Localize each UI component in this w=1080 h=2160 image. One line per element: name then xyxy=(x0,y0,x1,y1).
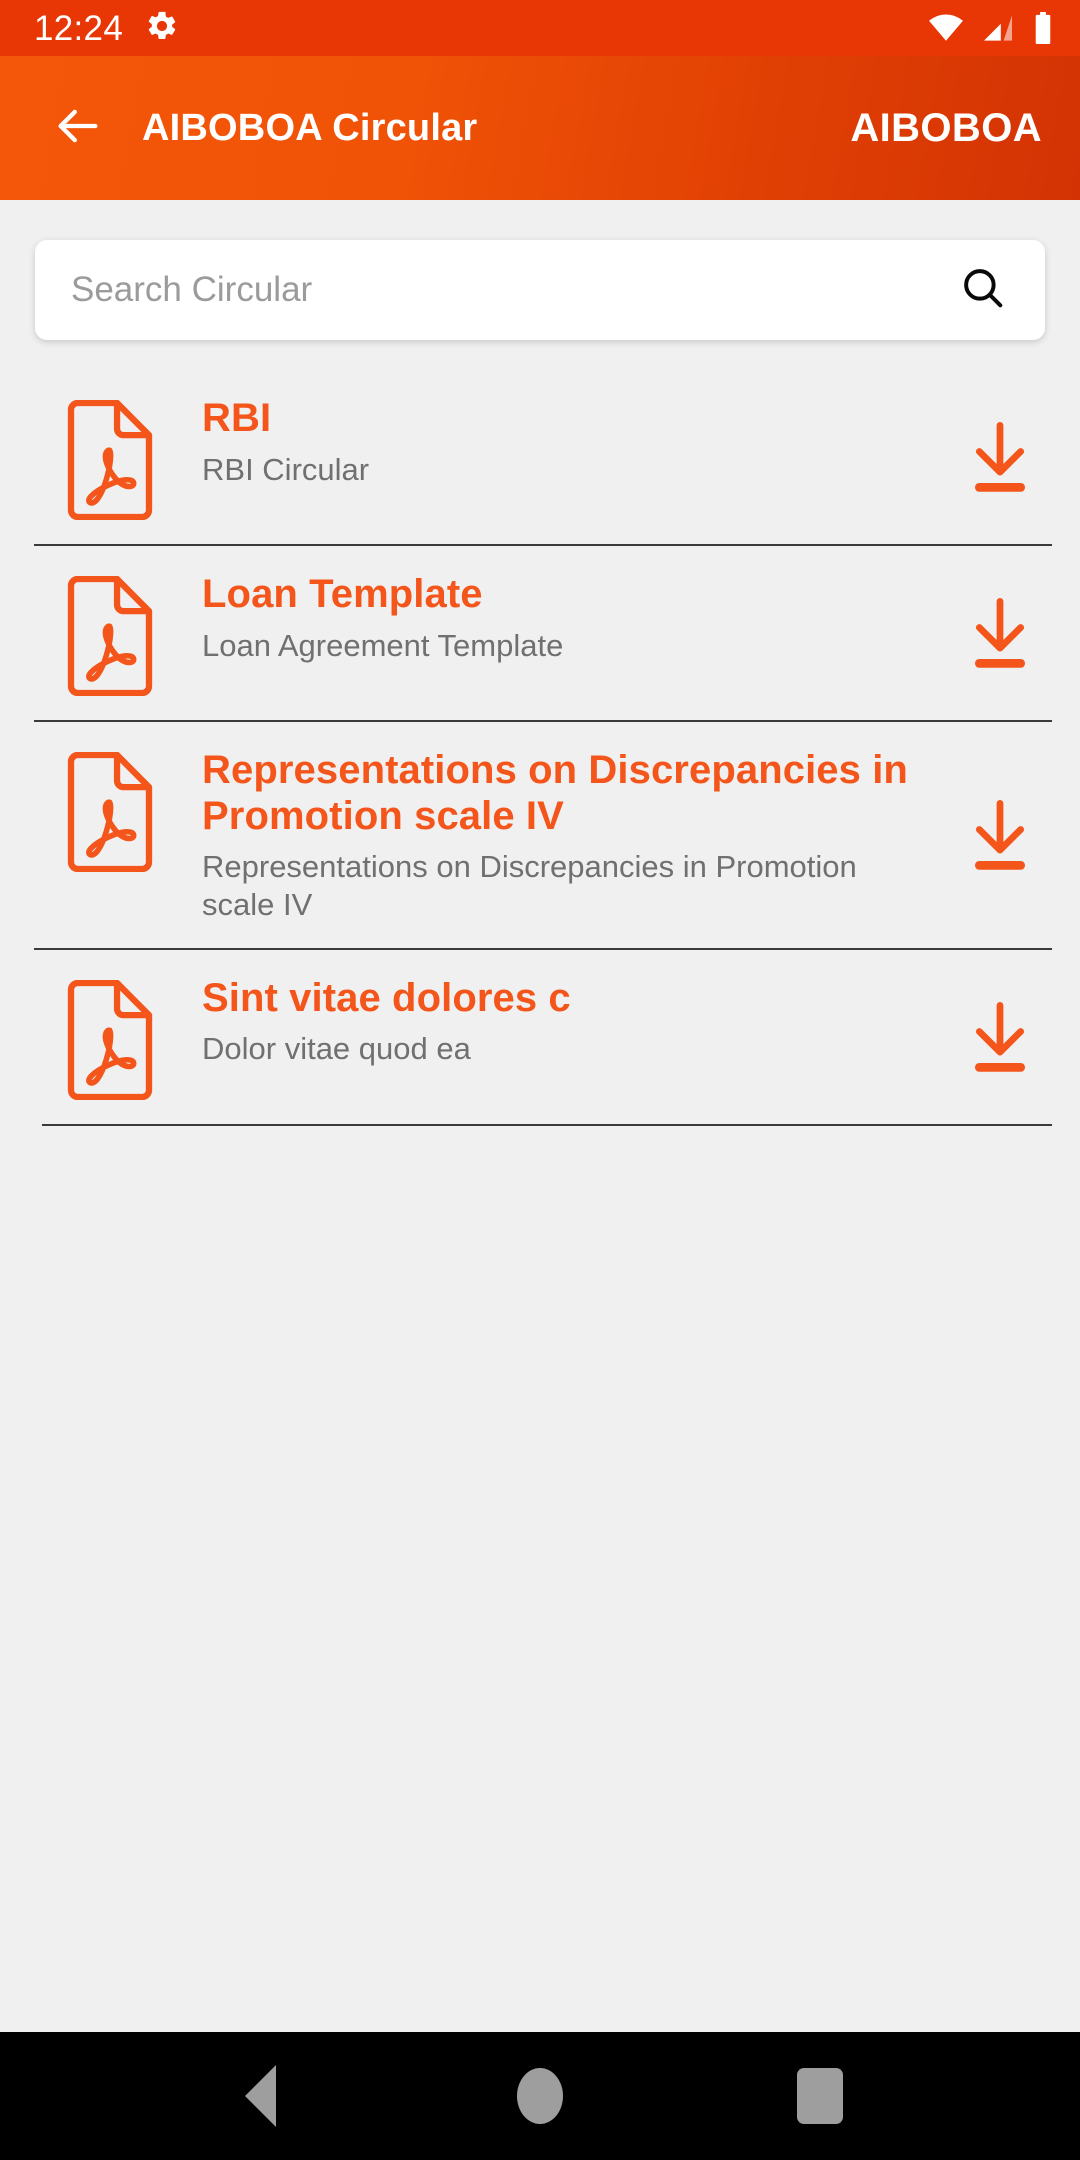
gear-icon xyxy=(145,9,179,48)
download-icon xyxy=(967,421,1033,495)
list-divider xyxy=(42,1123,1052,1126)
document-title: RBI xyxy=(202,396,272,440)
download-button[interactable] xyxy=(954,799,1046,873)
content-area: RBI RBI Circular xyxy=(0,200,1080,2032)
document-text: Loan Template Loan Agreement Template xyxy=(158,572,954,664)
battery-icon xyxy=(1032,12,1054,44)
search-input[interactable] xyxy=(71,240,955,340)
search-section xyxy=(0,200,1080,340)
app-brand-label: AIBOBOA xyxy=(850,105,1042,150)
nav-recents-button[interactable] xyxy=(760,2036,880,2156)
document-title: Loan Template xyxy=(202,572,483,616)
app-bar: AIBOBOA Circular AIBOBOA xyxy=(0,56,1080,200)
download-icon xyxy=(967,597,1033,671)
square-recents-icon xyxy=(797,2068,843,2124)
document-list-item[interactable]: Loan Template Loan Agreement Template xyxy=(0,546,1080,722)
download-icon xyxy=(967,799,1033,873)
download-button[interactable] xyxy=(954,421,1046,495)
download-icon xyxy=(967,1001,1033,1075)
search-icon xyxy=(958,263,1008,318)
pdf-file-icon xyxy=(62,400,158,520)
status-clock: 12:24 xyxy=(34,8,124,48)
back-button[interactable] xyxy=(40,90,116,166)
document-list-item[interactable]: Sint vitae dolores c Dolor vitae quod ea xyxy=(0,950,1080,1126)
document-list-item[interactable]: RBI RBI Circular xyxy=(0,370,1080,546)
pdf-file-icon xyxy=(62,752,158,872)
download-button[interactable] xyxy=(954,1001,1046,1075)
arrow-left-icon xyxy=(52,100,104,157)
circle-home-icon xyxy=(517,2068,563,2124)
row-spacer xyxy=(0,696,1080,720)
document-text: RBI RBI Circular xyxy=(158,396,954,488)
download-button[interactable] xyxy=(954,597,1046,671)
status-bar-left: 12:24 xyxy=(34,9,179,48)
document-text: Sint vitae dolores c Dolor vitae quod ea xyxy=(158,976,954,1068)
document-subtitle: Representations on Discrepancies in Prom… xyxy=(202,849,857,922)
document-subtitle: Dolor vitae quod ea xyxy=(202,1031,471,1067)
row-spacer xyxy=(0,520,1080,544)
android-navigation-bar xyxy=(0,2032,1080,2160)
status-bar-right xyxy=(928,12,1054,44)
wifi-icon xyxy=(928,14,964,42)
document-subtitle: Loan Agreement Template xyxy=(202,627,564,663)
cellular-signal-icon xyxy=(981,14,1015,42)
row-spacer xyxy=(0,924,1080,948)
pdf-file-icon xyxy=(62,979,158,1100)
triangle-back-icon xyxy=(244,2065,276,2127)
search-button[interactable] xyxy=(955,262,1011,318)
search-bar[interactable] xyxy=(35,240,1045,340)
page-title: AIBOBOA Circular xyxy=(142,106,478,149)
document-row[interactable]: Sint vitae dolores c Dolor vitae quod ea xyxy=(0,950,1080,1100)
document-title: Representations on Discrepancies in Prom… xyxy=(202,748,908,838)
document-row[interactable]: RBI RBI Circular xyxy=(0,370,1080,520)
document-list: RBI RBI Circular Loan Template Loan Agre… xyxy=(0,370,1080,1126)
phone-screen: 12:24 AIBOBOA Circular AIBOBOA Search Ci… xyxy=(0,0,1080,2160)
document-title: Sint vitae dolores c xyxy=(202,975,571,1020)
nav-back-button[interactable] xyxy=(200,2036,320,2156)
document-subtitle: RBI Circular xyxy=(202,451,370,487)
document-row[interactable]: Representations on Discrepancies in Prom… xyxy=(0,722,1080,924)
pdf-file-icon xyxy=(62,576,158,696)
document-list-item[interactable]: Representations on Discrepancies in Prom… xyxy=(0,722,1080,950)
document-text: Representations on Discrepancies in Prom… xyxy=(158,748,954,924)
status-bar: 12:24 xyxy=(0,0,1080,56)
nav-home-button[interactable] xyxy=(480,2036,600,2156)
document-row[interactable]: Loan Template Loan Agreement Template xyxy=(0,546,1080,696)
row-spacer xyxy=(0,1100,1080,1124)
